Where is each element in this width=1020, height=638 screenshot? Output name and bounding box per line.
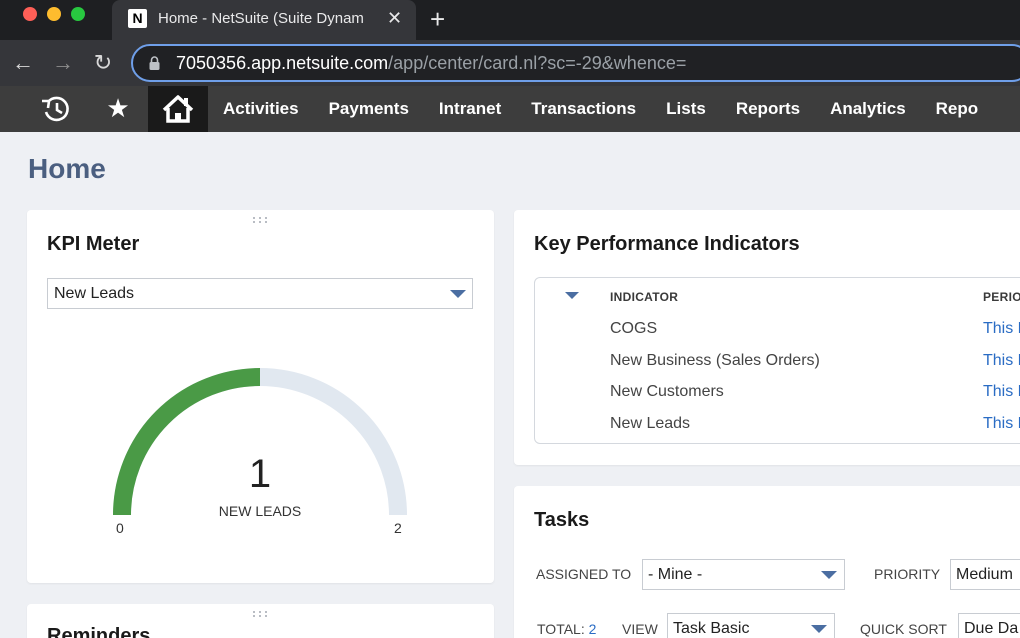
kpi-row-period[interactable]: This P: [983, 352, 1020, 370]
back-arrow-icon[interactable]: ←: [10, 50, 36, 76]
menu-activities[interactable]: Activities: [208, 86, 314, 132]
view-value: Task Basic: [673, 620, 750, 637]
tasks-card: Tasks ASSIGNED TO - Mine - PRIORITY Medi…: [514, 486, 1020, 638]
menu-lists[interactable]: Lists: [651, 86, 721, 132]
kpi-meter-title: KPI Meter: [47, 233, 140, 255]
kpi-card-title: Key Performance Indicators: [534, 233, 800, 255]
home-icon[interactable]: [148, 86, 208, 132]
kpi-row-indicator: New Business (Sales Orders): [610, 352, 820, 369]
netsuite-favicon-icon: N: [128, 9, 147, 28]
menu-transactions[interactable]: Transactions: [516, 86, 651, 132]
column-header-indicator[interactable]: INDICATOR: [610, 290, 678, 304]
menu-analytics[interactable]: Analytics: [815, 86, 921, 132]
kpi-row-indicator: New Customers: [610, 383, 724, 400]
url-path: /app/center/card.nl?sc=-29&whence=: [388, 53, 687, 73]
assigned-to-value: - Mine -: [648, 566, 703, 583]
column-header-period[interactable]: PERIO: [983, 290, 1020, 304]
browser-toolbar: ← → ↻ 7050356.app.netsuite.com/app/cente…: [0, 40, 1020, 86]
menu-repo[interactable]: Repo: [921, 86, 994, 132]
kpi-meter-select[interactable]: New Leads: [47, 278, 473, 309]
kpi-meter-selected-value: New Leads: [54, 285, 135, 302]
menu-reports[interactable]: Reports: [721, 86, 815, 132]
priority-value: Medium: [956, 566, 1013, 583]
netsuite-nav-bar: ★ Activities Payments Intranet Transacti…: [0, 86, 1020, 132]
kpi-row-period[interactable]: This P: [983, 320, 1020, 338]
quick-sort-value: Due Da: [964, 620, 1019, 637]
menu-intranet[interactable]: Intranet: [424, 86, 516, 132]
star-icon[interactable]: ★: [92, 86, 144, 132]
chevron-down-icon: [811, 625, 827, 633]
close-window-button[interactable]: [23, 7, 37, 21]
kpi-row-indicator: New Leads: [610, 415, 691, 432]
minimize-window-button[interactable]: [47, 7, 61, 21]
kpi-card: Key Performance Indicators INDICATOR PER…: [514, 210, 1020, 465]
quick-sort-select[interactable]: Due Da: [958, 613, 1020, 638]
reminders-title: Reminders: [47, 625, 151, 638]
url-text: 7050356.app.netsuite.com/app/center/card…: [176, 53, 686, 74]
menu-payments[interactable]: Payments: [314, 86, 424, 132]
priority-select[interactable]: Medium: [950, 559, 1020, 590]
view-label: VIEW: [622, 621, 658, 637]
gauge-min: 0: [116, 520, 124, 536]
priority-label: PRIORITY: [874, 566, 941, 582]
lock-icon: [149, 56, 160, 70]
total-label: TOTAL: 2: [537, 621, 596, 637]
total-count[interactable]: 2: [589, 621, 597, 637]
recent-records-icon[interactable]: [31, 86, 83, 132]
chevron-down-icon: [450, 290, 466, 298]
quick-sort-label: QUICK SORT: [860, 621, 947, 637]
tasks-title: Tasks: [534, 509, 590, 531]
kpi-row-period[interactable]: This P: [983, 383, 1020, 401]
browser-tab-active[interactable]: N Home - NetSuite (Suite Dynam ✕: [112, 0, 416, 40]
gauge-label: NEW LEADS: [218, 503, 302, 519]
gauge-max: 2: [394, 520, 402, 536]
browser-tab-bar: N Home - NetSuite (Suite Dynam ✕ +: [0, 0, 1020, 40]
kpi-table: INDICATOR PERIO COGS This P New Business…: [534, 277, 1020, 444]
drag-handle-icon[interactable]: [251, 610, 271, 618]
kpi-meter-card: KPI Meter New Leads 1 NEW LEADS 0 2: [27, 210, 494, 583]
collapse-caret-icon[interactable]: [565, 292, 579, 299]
assigned-to-label: ASSIGNED TO: [536, 566, 632, 582]
tab-title: Home - NetSuite (Suite Dynam: [158, 10, 364, 27]
main-menu: Activities Payments Intranet Transaction…: [208, 86, 993, 132]
address-bar[interactable]: 7050356.app.netsuite.com/app/center/card…: [131, 44, 1020, 82]
kpi-row-indicator: COGS: [610, 320, 658, 337]
assigned-to-select[interactable]: - Mine -: [642, 559, 845, 590]
page-title: Home: [28, 153, 106, 184]
gauge-value: 1: [248, 452, 272, 496]
maximize-window-button[interactable]: [71, 7, 85, 21]
forward-arrow-icon[interactable]: →: [50, 50, 76, 76]
kpi-row-period[interactable]: This P: [983, 415, 1020, 433]
url-host: 7050356.app.netsuite.com: [176, 53, 389, 73]
reminders-card: Reminders: [27, 604, 494, 638]
drag-handle-icon[interactable]: [251, 216, 271, 224]
tab-close-icon[interactable]: ✕: [387, 8, 402, 28]
total-text: TOTAL:: [537, 621, 585, 637]
new-tab-icon[interactable]: +: [430, 4, 445, 34]
chevron-down-icon: [821, 571, 837, 579]
reload-icon[interactable]: ↻: [90, 50, 116, 76]
view-select[interactable]: Task Basic: [667, 613, 835, 638]
